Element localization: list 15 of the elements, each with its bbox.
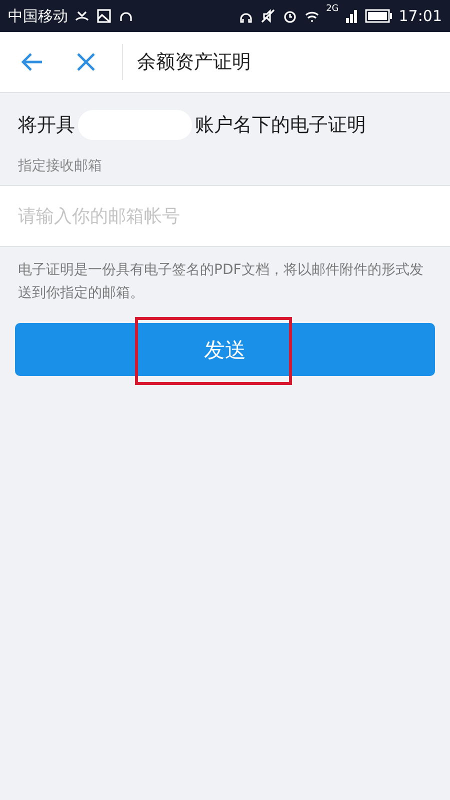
image-icon bbox=[96, 8, 112, 24]
heading-end: 账户名下的电子证明 bbox=[195, 113, 366, 138]
note-text: 电子证明是一份具有电子签名的PDF文档，将以邮件附件的形式发送到你指定的邮箱。 bbox=[17, 261, 424, 303]
carrier-name: 中国移动 bbox=[8, 6, 68, 26]
battery-icon bbox=[364, 9, 393, 23]
email-field[interactable]: 请输入你的邮箱帐号 bbox=[0, 185, 450, 247]
network-type: 2G bbox=[326, 4, 339, 14]
page-title: 余额资产证明 bbox=[137, 50, 251, 75]
heading-start: 将开具 bbox=[18, 113, 75, 138]
alarm-icon bbox=[282, 8, 298, 24]
mute-icon bbox=[260, 8, 276, 24]
signal-icon bbox=[344, 9, 359, 23]
clock-time: 17:01 bbox=[398, 7, 442, 25]
send-button[interactable]: 发送 bbox=[15, 323, 435, 376]
email-label: 指定接收邮箱 bbox=[17, 157, 103, 176]
